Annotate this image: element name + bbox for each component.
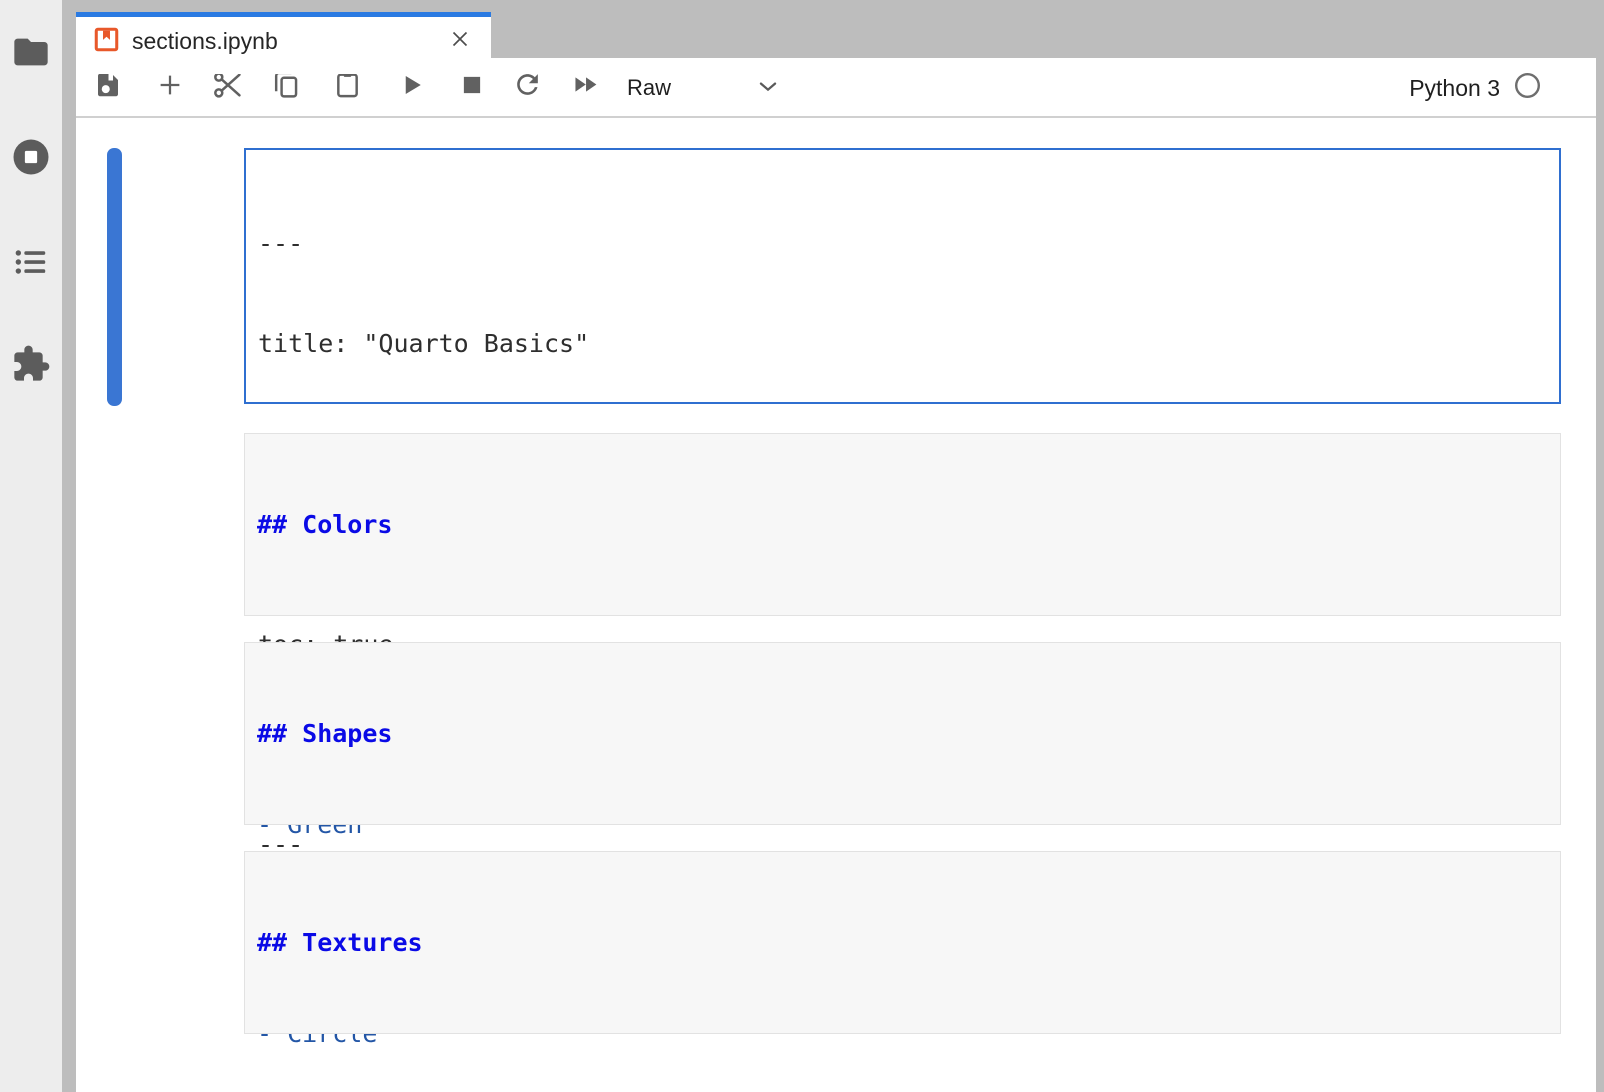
- folder-icon: [11, 32, 51, 72]
- stop-circle-icon: [10, 136, 52, 178]
- scrollbar-gutter[interactable]: [1596, 58, 1604, 1092]
- clipboard-icon: [332, 69, 363, 105]
- plus-icon: [155, 70, 185, 105]
- code-line: ---: [258, 227, 1547, 260]
- blank-line: [257, 608, 1548, 641]
- restart-kernel-button[interactable]: [509, 69, 545, 105]
- markdown-cell-colors[interactable]: ## Colors - Red - Green - Blue: [244, 433, 1561, 616]
- stop-icon: [457, 70, 487, 105]
- kernel-status-icon: [1514, 72, 1541, 104]
- tab-title: sections.ipynb: [132, 28, 278, 55]
- cell-type-select[interactable]: Raw: [621, 72, 781, 104]
- blank-line: [257, 817, 1548, 850]
- running-sessions-button[interactable]: [9, 135, 53, 179]
- restart-icon: [512, 69, 543, 105]
- list-icon: [12, 243, 50, 281]
- run-cell-button[interactable]: [394, 69, 430, 105]
- sidebar-divider: [62, 0, 76, 1092]
- play-icon: [397, 70, 427, 105]
- extension-manager-button[interactable]: [9, 342, 53, 386]
- code-line: title: "Quarto Basics": [258, 327, 1547, 360]
- tab-close-button[interactable]: [447, 29, 473, 55]
- insert-cell-button[interactable]: [152, 69, 188, 105]
- tab-bar: sections.ipynb: [76, 0, 1604, 58]
- raw-cell-editor[interactable]: --- title: "Quarto Basics" author: "Nora…: [244, 148, 1561, 404]
- chevron-down-icon: [755, 73, 781, 104]
- jupyterlab-window: sections.ipynb: [0, 0, 1604, 1092]
- scissors-icon: [212, 69, 244, 106]
- tab-sections-ipynb[interactable]: sections.ipynb: [76, 12, 491, 74]
- copy-icon: [271, 69, 302, 105]
- kernel-indicator[interactable]: Python 3: [1409, 72, 1541, 104]
- notebook-icon: [93, 26, 120, 58]
- save-button[interactable]: [90, 69, 126, 105]
- cell-type-value: Raw: [621, 75, 671, 101]
- markdown-cell-shapes[interactable]: ## Shapes - Square - Circle - Triangle: [244, 642, 1561, 825]
- markdown-cell-textures[interactable]: ## Textures - Smooth - Bumpy - Fuzzy: [244, 851, 1561, 1034]
- restart-run-all-button[interactable]: [566, 69, 602, 105]
- left-activity-bar: [0, 0, 62, 1092]
- puzzle-icon: [11, 344, 51, 384]
- cell-collapser[interactable]: [107, 148, 122, 406]
- md-heading: ## Textures: [257, 926, 1548, 959]
- copy-cells-button[interactable]: [268, 69, 304, 105]
- file-browser-button[interactable]: [9, 30, 53, 74]
- cut-cells-button[interactable]: [210, 69, 246, 105]
- fast-forward-icon: [569, 69, 600, 105]
- table-of-contents-button[interactable]: [9, 240, 53, 284]
- blank-line: [257, 1026, 1548, 1059]
- md-heading: ## Colors: [257, 508, 1548, 541]
- paste-cells-button[interactable]: [329, 69, 365, 105]
- md-heading: ## Shapes: [257, 717, 1548, 750]
- close-icon: [448, 27, 472, 56]
- main-panel: sections.ipynb: [76, 0, 1604, 1092]
- interrupt-kernel-button[interactable]: [454, 69, 490, 105]
- save-icon: [93, 70, 123, 105]
- kernel-name: Python 3: [1409, 75, 1500, 102]
